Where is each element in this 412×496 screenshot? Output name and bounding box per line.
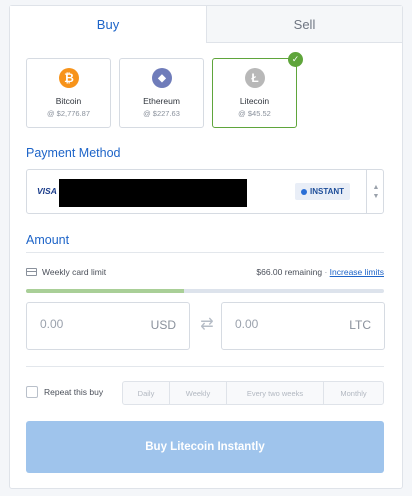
divider <box>26 252 384 253</box>
separator: · <box>324 267 328 277</box>
limit-label: Weekly card limit <box>42 267 107 277</box>
buy-sell-panel: Buy Sell ₿ Bitcoin @ $2,776.87 ◆ Ethereu… <box>9 5 403 489</box>
increase-limits-link[interactable]: Increase limits <box>330 267 384 277</box>
limit-info: $66.00 remaining · Increase limits <box>256 267 384 277</box>
bitcoin-icon: ₿ <box>59 68 79 88</box>
repeat-frequency-group: Daily Weekly Every two weeks Monthly <box>122 381 384 405</box>
repeat-buy-label: Repeat this buy <box>44 387 104 397</box>
limit-remaining: $66.00 remaining <box>256 267 323 277</box>
ltc-amount-input[interactable] <box>235 317 325 331</box>
coin-option-litecoin[interactable]: ✓ Ł Litecoin @ $45.52 <box>212 52 303 128</box>
redacted-card-details <box>59 179 247 207</box>
buy-sell-tabs: Buy Sell <box>10 6 402 43</box>
selected-check-icon: ✓ <box>288 52 303 67</box>
coin-price: @ $227.63 <box>143 109 180 118</box>
payment-method-title: Payment Method <box>26 146 121 160</box>
ethereum-icon: ◆ <box>152 68 172 88</box>
select-arrows-icon[interactable]: ▲ ▼ <box>368 170 384 213</box>
coin-price: @ $2,776.87 <box>46 109 91 118</box>
currency-unit-ltc: LTC <box>349 318 371 332</box>
frequency-daily[interactable]: Daily <box>123 382 170 404</box>
frequency-monthly[interactable]: Monthly <box>324 382 383 404</box>
divider <box>26 366 384 367</box>
limit-progress-bar <box>26 289 384 293</box>
amount-title: Amount <box>26 233 70 247</box>
coin-name: Ethereum <box>143 96 180 106</box>
limit-progress-fill <box>26 289 184 293</box>
currency-unit-usd: USD <box>150 318 176 332</box>
lightning-icon <box>301 188 307 195</box>
visa-logo: VISA <box>37 186 57 196</box>
coin-option-bitcoin[interactable]: ₿ Bitcoin @ $2,776.87 <box>26 58 111 128</box>
instant-badge: INSTANT <box>295 183 351 200</box>
buy-instantly-button[interactable]: Buy Litecoin Instantly <box>26 421 384 473</box>
tab-buy[interactable]: Buy <box>10 6 206 43</box>
usd-amount-field[interactable]: USD <box>26 302 190 350</box>
chevron-up-icon: ▲ <box>372 183 380 191</box>
coin-price: @ $45.52 <box>238 109 271 118</box>
coin-option-ethereum[interactable]: ◆ Ethereum @ $227.63 <box>119 58 204 128</box>
divider <box>366 170 367 213</box>
usd-amount-input[interactable] <box>40 317 130 331</box>
coin-name: Bitcoin <box>55 96 82 106</box>
swap-icon: ⇄ <box>200 316 214 333</box>
chevron-down-icon: ▼ <box>372 192 380 200</box>
tab-sell[interactable]: Sell <box>206 6 402 43</box>
payment-method-select[interactable]: VISA INSTANT ▲ ▼ <box>26 169 384 214</box>
credit-card-icon <box>26 268 37 276</box>
frequency-weekly[interactable]: Weekly <box>170 382 227 404</box>
coin-name: Litecoin <box>239 96 270 106</box>
ltc-amount-field[interactable]: LTC <box>221 302 385 350</box>
card-limit-row: Weekly card limit $66.00 remaining · Inc… <box>26 266 384 280</box>
repeat-buy-checkbox[interactable] <box>26 386 38 398</box>
litecoin-icon: Ł <box>245 68 265 88</box>
instant-badge-label: INSTANT <box>310 187 345 196</box>
frequency-every-two-weeks[interactable]: Every two weeks <box>227 382 324 404</box>
